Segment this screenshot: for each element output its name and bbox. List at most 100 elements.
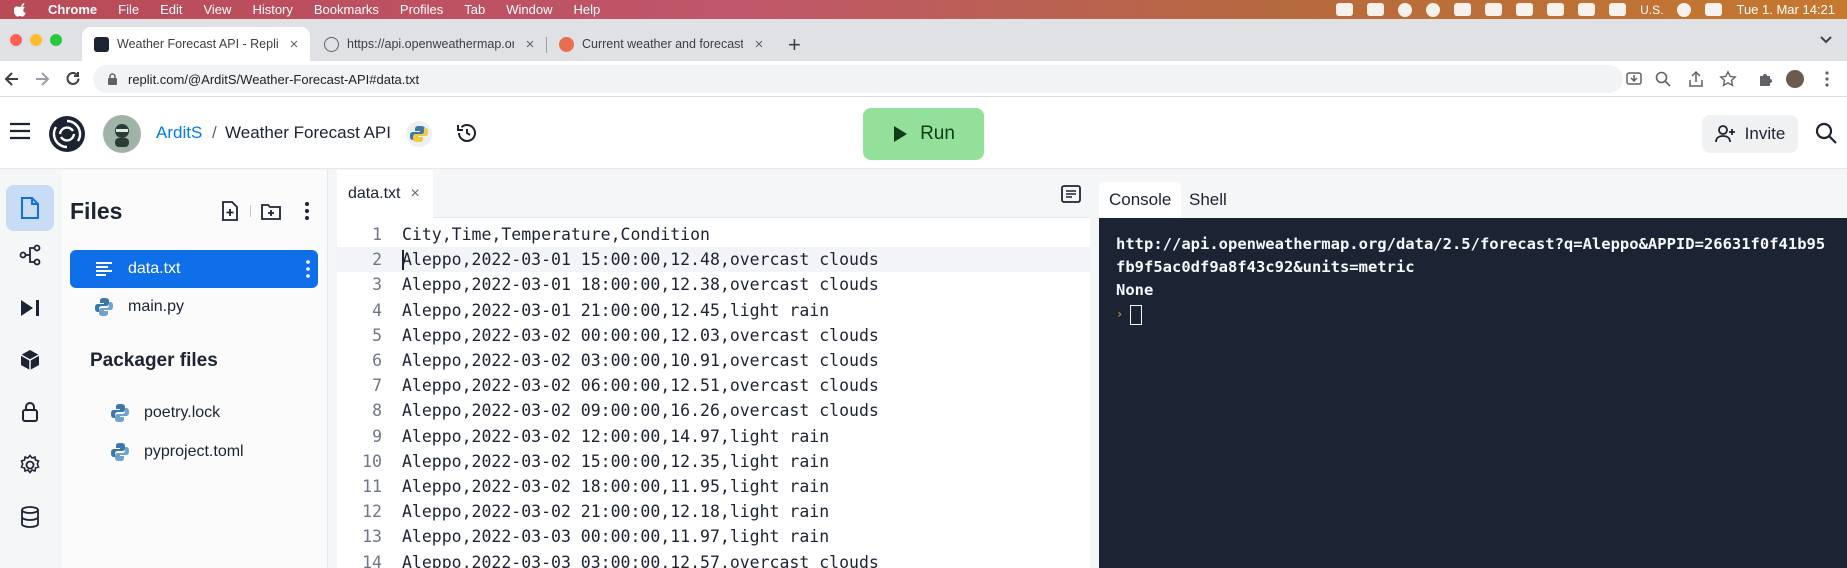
editor-settings-icon[interactable] [1060,183,1082,205]
wifi-icon[interactable] [1677,2,1692,17]
file-item-label: data.txt [128,260,181,277]
console-output[interactable]: http://api.openweathermap.org/data/2.5/f… [1099,218,1847,568]
menu-profiles[interactable]: Profiles [400,0,443,19]
menu-app-name[interactable]: Chrome [48,0,97,19]
run-button[interactable]: Run [863,108,984,160]
code-line[interactable]: 6 Aleppo,2022-03-02 03:00:00,10.91,overca… [337,348,1090,373]
share-icon[interactable] [1687,70,1705,88]
debugger-tool-button[interactable] [6,285,54,331]
python-language-icon[interactable] [406,121,432,147]
editor-tab-data-txt[interactable]: data.txt × [337,170,433,218]
dropbox-icon[interactable] [1336,3,1354,16]
code-line[interactable]: 2 Aleppo,2022-03-01 15:00:00,12.48,overca… [337,247,1090,273]
menu-file[interactable]: File [118,0,139,19]
tab-search-chevron-icon[interactable] [1819,35,1833,45]
code-line[interactable]: 8 Aleppo,2022-03-02 09:00:00,16.26,overca… [337,398,1090,423]
openweather-favicon-icon [559,36,574,52]
menu-bookmarks[interactable]: Bookmarks [314,0,379,19]
menu-view[interactable]: View [203,0,231,19]
menu-tab[interactable]: Tab [464,0,485,19]
browser-tab-openweather[interactable]: Current weather and forecast - × [547,27,775,61]
zoom-icon[interactable] [1654,70,1672,88]
file-item-data-txt[interactable]: data.txt [70,250,318,288]
new-tab-button[interactable]: + [788,32,801,58]
file-item-poetry-lock[interactable]: poetry.lock [110,398,220,428]
install-app-icon[interactable] [1625,70,1643,88]
invite-button[interactable]: Invite [1702,115,1798,153]
code-content[interactable]: 1 City,Time,Temperature,Condition 2 Aleppo,… [337,218,1090,568]
accessibility-icon[interactable] [1426,2,1441,17]
code-line[interactable]: 14 Aleppo,2022-03-03 03:00:00,12.57,overc… [337,550,1090,568]
browser-tab-replit[interactable]: Weather Forecast API - Replit × [82,27,310,61]
database-tool-button[interactable] [6,494,54,540]
replit-logo-icon[interactable] [48,115,86,153]
user-avatar[interactable] [103,115,141,153]
version-control-tool-button[interactable] [6,232,54,278]
file-item-main-py[interactable]: main.py [70,288,318,326]
files-more-icon[interactable] [296,200,318,222]
editor-tab-close-icon[interactable]: × [410,185,419,203]
input-source-label[interactable]: U.S. [1640,3,1663,17]
search-icon[interactable] [1814,121,1838,145]
bookmark-star-icon[interactable] [1719,70,1737,88]
code-line[interactable]: 10 Aleppo,2022-03-02 15:00:00,12.35,light… [337,449,1090,474]
tab-close-icon[interactable]: × [522,36,538,53]
code-line[interactable]: 3 Aleppo,2022-03-01 18:00:00,12.38,overca… [337,272,1090,297]
new-file-icon[interactable] [219,200,241,222]
files-tool-button[interactable] [6,185,54,231]
star-icon[interactable] [1454,3,1472,16]
code-line[interactable]: 7 Aleppo,2022-03-02 06:00:00,12.51,overca… [337,373,1090,398]
username-link[interactable]: ArditS [156,123,202,143]
file-item-pyproject-toml[interactable]: pyproject.toml [110,437,244,467]
file-item-label: main.py [128,298,185,315]
tab-shell[interactable]: Shell [1179,182,1237,218]
app-status-icon[interactable] [1485,3,1503,16]
cloud-icon[interactable] [1398,2,1413,17]
history-icon[interactable] [455,121,479,145]
settings-tool-button[interactable] [6,442,54,488]
recording-icon[interactable] [1547,3,1565,16]
code-line[interactable]: 4 Aleppo,2022-03-01 21:00:00,12.45,light … [337,298,1090,323]
menu-history[interactable]: History [252,0,292,19]
browser-tab-openweathermap-api[interactable]: https://api.openweathermap.or × [312,27,546,61]
hamburger-menu-icon[interactable] [9,122,31,140]
control-center-icon[interactable] [1705,3,1723,16]
apple-icon[interactable] [14,2,28,17]
code-line[interactable]: 12 Aleppo,2022-03-02 21:00:00,12.18,light… [337,499,1090,524]
code-line[interactable]: 9 Aleppo,2022-03-02 12:00:00,14.97,light … [337,424,1090,449]
project-title[interactable]: Weather Forecast API [225,123,391,143]
window-close-button[interactable] [10,34,22,46]
url-text[interactable]: replit.com/@ArditS/Weather-Forecast-API#… [128,72,419,87]
window-zoom-button[interactable] [50,34,62,46]
file-options-icon[interactable] [306,259,310,279]
menu-help[interactable]: Help [574,0,601,19]
code-line[interactable]: 1 City,Time,Temperature,Condition [337,222,1090,247]
privacy-lock-icon[interactable] [1367,3,1385,16]
code-line[interactable]: 5 Aleppo,2022-03-02 00:00:00,12.03,overca… [337,323,1090,348]
packages-tool-button[interactable] [6,337,54,383]
console-prompt[interactable]: › [1116,303,1830,326]
tab-close-icon[interactable]: × [286,36,302,53]
lock-icon[interactable] [107,73,118,85]
menu-edit[interactable]: Edit [160,0,182,19]
back-arrow-icon[interactable] [2,69,22,89]
battery-icon[interactable] [1609,3,1627,16]
browser-menu-icon[interactable] [1818,70,1836,88]
play-icon [894,126,908,142]
code-line[interactable]: 13 Aleppo,2022-03-03 00:00:00,11.97,light… [337,524,1090,549]
tab-close-icon[interactable]: × [751,36,767,53]
menubar-clock[interactable]: Tue 1. Mar 14:21 [1736,2,1835,17]
secrets-tool-button[interactable] [6,389,54,435]
code-line[interactable]: 11 Aleppo,2022-03-02 18:00:00,11.95,light… [337,474,1090,499]
bluetooth-icon[interactable] [1578,3,1596,16]
menu-window[interactable]: Window [506,0,552,19]
window-icon[interactable] [1516,3,1534,16]
extensions-puzzle-icon[interactable] [1757,70,1775,88]
tab-console[interactable]: Console [1099,182,1182,218]
address-bar[interactable]: replit.com/@ArditS/Weather-Forecast-API#… [93,65,1623,93]
new-folder-icon[interactable] [260,200,282,222]
window-minimize-button[interactable] [30,34,42,46]
forward-arrow-icon[interactable] [32,69,52,89]
reload-icon[interactable] [63,69,83,89]
profile-avatar[interactable] [1786,70,1804,88]
